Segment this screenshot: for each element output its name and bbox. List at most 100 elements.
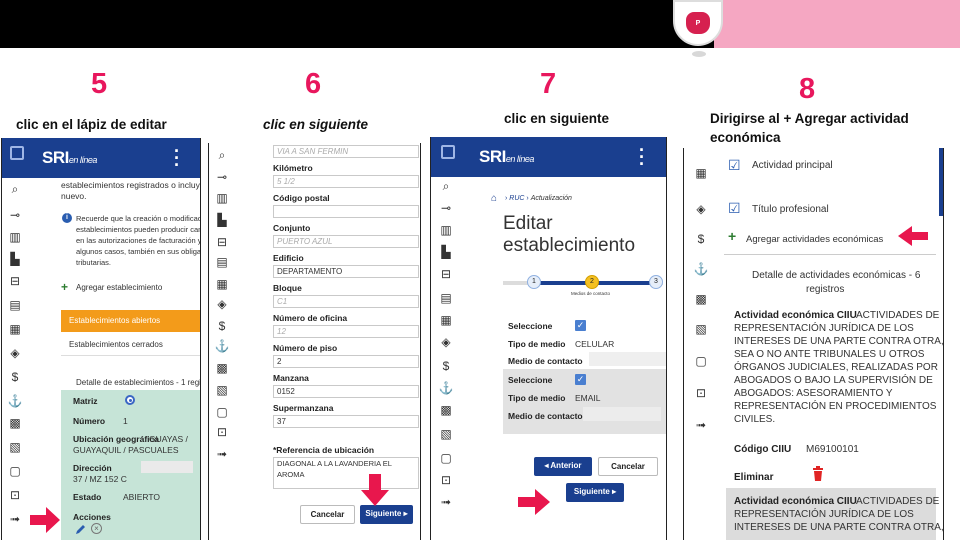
car-icon[interactable]: ⊡ (211, 425, 233, 439)
matriz-label: Matriz (73, 396, 98, 406)
barcode-icon[interactable]: ▩ (4, 416, 26, 430)
exit-icon[interactable]: ➟ (4, 512, 26, 526)
checkbox-1[interactable]: ✓ (575, 320, 586, 331)
key-icon[interactable]: ⊸ (4, 208, 26, 222)
car-icon[interactable]: ⊡ (4, 488, 26, 502)
inbox-icon[interactable]: ⊟ (211, 235, 233, 249)
barcode-icon[interactable]: ▩ (690, 292, 712, 306)
referencia-input[interactable]: DIAGONAL A LA LAVANDERIA EL AROMA (273, 457, 419, 489)
more-options-icon[interactable]: · · · (174, 142, 180, 174)
plus-icon[interactable]: + (61, 280, 68, 294)
tab-open-establishments[interactable]: Establecimientos abiertos (61, 310, 200, 332)
factory-icon[interactable]: ▙ (4, 252, 26, 266)
inbox-icon[interactable]: ⊟ (4, 274, 26, 288)
oficina-input[interactable]: 12 (273, 325, 419, 338)
tag-icon[interactable]: ◈ (4, 346, 26, 360)
menu-icon[interactable] (441, 145, 455, 159)
add-activity-link[interactable]: Agregar actividades económicas (746, 234, 883, 245)
calculator-icon[interactable]: ▤ (211, 255, 233, 269)
barcode-icon[interactable]: ▩ (435, 403, 457, 417)
file-icon[interactable]: ▢ (435, 451, 457, 465)
exit-icon[interactable]: ➟ (690, 418, 712, 432)
next-button[interactable]: Siguiente ▸ (566, 483, 624, 502)
car-icon[interactable]: ⊡ (690, 386, 712, 400)
km-input[interactable]: 5 1/2 (273, 175, 419, 188)
next-button[interactable]: Siguiente ▸ (360, 505, 413, 524)
act-desc-2: INTERESES DE UNA PARTE CONTRA OTRA, (734, 336, 944, 347)
anchor-icon[interactable]: ⚓ (435, 381, 457, 395)
supermanzana-input[interactable]: 37 (273, 415, 419, 428)
tag-icon[interactable]: ◈ (211, 297, 233, 311)
file-icon[interactable]: ▢ (690, 354, 712, 368)
add-establishment-link[interactable]: Agregar establecimiento (76, 283, 162, 292)
dollar-icon[interactable]: $ (690, 232, 712, 246)
receipt-icon[interactable]: ▧ (435, 427, 457, 441)
tab-closed-establishments[interactable]: Establecimientos cerrados (61, 334, 200, 356)
scrollbar-thumb[interactable] (939, 148, 943, 216)
receipt-icon[interactable]: ▧ (690, 322, 712, 336)
anchor-icon[interactable]: ⚓ (690, 262, 712, 276)
red-arrow-right-icon (30, 507, 60, 533)
titulo-profesional-link[interactable]: Título profesional (752, 204, 829, 215)
inbox-icon[interactable]: ⊟ (435, 267, 457, 281)
exit-icon[interactable]: ➟ (435, 495, 457, 509)
manzana-input[interactable]: 0152 (273, 385, 419, 398)
car-icon[interactable]: ⊡ (435, 473, 457, 487)
checkbox-2[interactable]: ✓ (575, 374, 586, 385)
piso-input[interactable]: 2 (273, 355, 419, 368)
menu-icon[interactable] (10, 146, 24, 160)
home-icon[interactable]: ⌂ (491, 193, 497, 204)
street-input[interactable]: VIA A SAN FERMIN (273, 145, 419, 158)
key-icon[interactable]: ⊸ (435, 201, 457, 215)
building-icon[interactable]: ▥ (211, 191, 233, 205)
dollar-icon[interactable]: $ (435, 359, 457, 373)
anchor-icon[interactable]: ⚓ (4, 394, 26, 408)
delete-icon[interactable]: × (91, 523, 102, 534)
edificio-input[interactable]: DEPARTAMENTO (273, 265, 419, 278)
receipt-icon[interactable]: ▧ (211, 383, 233, 397)
act2-label: Actividad económica CIIU (734, 496, 857, 507)
notice-line-3: en las autorizaciones de facturación y (76, 236, 201, 245)
file-icon[interactable]: ▢ (211, 405, 233, 419)
tag-icon[interactable]: ◈ (690, 202, 712, 216)
act-principal-link[interactable]: Actividad principal (752, 160, 833, 171)
tag-icon[interactable]: ◈ (435, 335, 457, 349)
sri-logo: SRIen línea (42, 148, 97, 167)
trash-icon[interactable] (812, 466, 824, 482)
more-options-icon[interactable]: · · · (639, 141, 645, 173)
key-icon[interactable]: ⊸ (211, 170, 233, 184)
stepper-step-2: 2 (585, 275, 599, 289)
search-icon[interactable]: ⌕ (435, 179, 457, 194)
file-icon[interactable]: ▢ (4, 464, 26, 478)
edit-pencil-icon[interactable] (75, 523, 87, 535)
building-icon[interactable]: ▥ (4, 230, 26, 244)
dollar-icon[interactable]: $ (4, 370, 26, 384)
factory-icon[interactable]: ▙ (211, 213, 233, 227)
receipt-icon[interactable]: ▧ (4, 440, 26, 454)
exit-icon[interactable]: ➟ (211, 447, 233, 461)
dollar-icon[interactable]: $ (211, 319, 233, 333)
search-icon[interactable]: ⌕ (4, 182, 26, 197)
matriz-radio[interactable] (125, 395, 135, 405)
calculator-icon[interactable]: ▤ (4, 298, 26, 312)
anchor-icon[interactable]: ⚓ (211, 339, 233, 353)
postal-input[interactable] (273, 205, 419, 218)
building-icon[interactable]: ▥ (435, 223, 457, 237)
breadcrumb[interactable]: › RUC › Actualización (505, 195, 572, 202)
plus-icon[interactable]: + (728, 228, 736, 244)
bloque-input[interactable]: C1 (273, 295, 419, 308)
document-icon[interactable]: ▦ (435, 313, 457, 327)
tab-open-label: Establecimientos abiertos (69, 316, 161, 325)
document-icon[interactable]: ▦ (4, 322, 26, 336)
calculator-icon[interactable]: ▤ (435, 291, 457, 305)
search-icon[interactable]: ⌕ (211, 148, 233, 163)
previous-button[interactable]: ◂ Anterior (534, 457, 592, 476)
document-icon[interactable]: ▦ (690, 166, 712, 180)
conjunto-input[interactable]: PUERTO AZUL (273, 235, 419, 248)
document-icon[interactable]: ▦ (211, 277, 233, 291)
barcode-icon[interactable]: ▩ (211, 361, 233, 375)
factory-icon[interactable]: ▙ (435, 245, 457, 259)
medio-redacted-1 (589, 352, 666, 366)
cancel-button[interactable]: Cancelar (300, 505, 355, 524)
cancel-button[interactable]: Cancelar (598, 457, 658, 476)
